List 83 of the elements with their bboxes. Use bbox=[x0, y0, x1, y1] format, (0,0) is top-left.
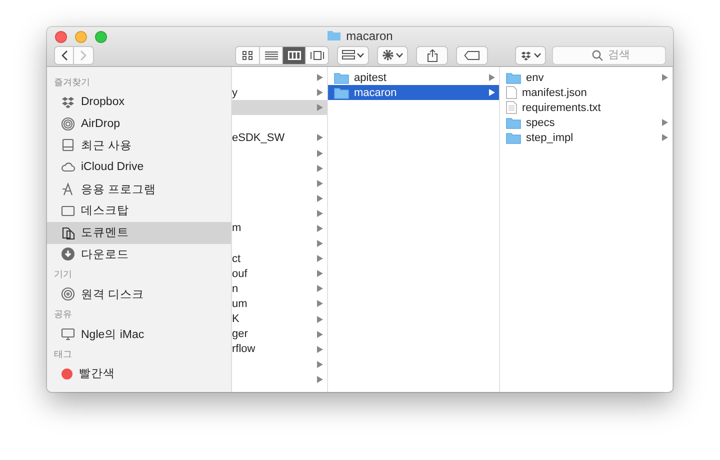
folder-icon bbox=[334, 86, 349, 99]
window-title: macaron bbox=[346, 28, 393, 42]
zoom-button[interactable] bbox=[95, 31, 107, 43]
sidebar-item[interactable]: iCloud Drive bbox=[47, 156, 231, 178]
folder-icon bbox=[327, 30, 342, 41]
desktop-icon bbox=[61, 204, 75, 218]
disc-icon bbox=[61, 287, 75, 302]
file-row[interactable]: requirements.txt bbox=[500, 100, 672, 116]
sidebar-item[interactable]: 도큐멘트 bbox=[47, 222, 231, 244]
caret-icon bbox=[534, 52, 541, 58]
chevron-right-icon bbox=[80, 50, 87, 60]
sidebar-item[interactable]: Ngle의 iMac bbox=[47, 323, 231, 345]
arrange-button[interactable] bbox=[337, 46, 369, 64]
gallery-view-button[interactable] bbox=[305, 46, 328, 64]
sidebar-heading: 기기 bbox=[53, 268, 73, 282]
file-row[interactable]: K bbox=[232, 312, 327, 327]
dropbox-icon bbox=[61, 94, 75, 109]
share-button[interactable] bbox=[416, 46, 448, 64]
file-row[interactable]: ct bbox=[232, 251, 327, 266]
sidebar-item[interactable]: 응용 프로그램 bbox=[47, 178, 231, 200]
documents-icon bbox=[61, 226, 75, 240]
monitor-icon bbox=[61, 327, 75, 342]
sidebar-item[interactable]: Dropbox bbox=[47, 91, 231, 113]
tag-dot bbox=[61, 368, 73, 380]
file-row[interactable]: ouf bbox=[232, 266, 327, 282]
folder-icon bbox=[506, 132, 521, 144]
caret-icon bbox=[357, 52, 364, 58]
list-icon bbox=[264, 50, 278, 60]
file-row[interactable]: apitest bbox=[328, 70, 499, 86]
tag-button[interactable] bbox=[456, 46, 488, 64]
folder-icon bbox=[506, 116, 521, 129]
sidebar-item[interactable]: AirDrop bbox=[47, 112, 231, 135]
airdrop-icon bbox=[61, 116, 75, 131]
tray-icon bbox=[61, 138, 75, 152]
sidebar-item[interactable]: 데스크탑 bbox=[47, 200, 231, 222]
dropbox-button[interactable] bbox=[515, 46, 546, 64]
file-row[interactable]: y bbox=[232, 85, 327, 100]
cloud-icon bbox=[61, 160, 75, 174]
file-row[interactable]: manifest.json bbox=[500, 85, 672, 100]
file-row[interactable]: ger bbox=[232, 326, 327, 342]
arrange-icon bbox=[342, 50, 355, 60]
minimize-button[interactable] bbox=[75, 31, 87, 43]
action-button[interactable] bbox=[377, 46, 408, 64]
columns-icon bbox=[288, 50, 300, 60]
list-view-button[interactable] bbox=[259, 46, 282, 64]
sidebar-heading: 즐겨찾기 bbox=[53, 76, 91, 89]
file-row[interactable]: um bbox=[232, 296, 327, 312]
grid-icon bbox=[242, 50, 253, 60]
sidebar-heading: 태그 bbox=[53, 348, 73, 361]
dropbox-icon bbox=[520, 50, 532, 60]
apps-icon bbox=[61, 182, 75, 196]
tag-icon bbox=[464, 50, 480, 60]
back-button[interactable] bbox=[54, 46, 74, 64]
caret-icon bbox=[396, 52, 403, 58]
file-row[interactable]: env bbox=[500, 70, 672, 86]
file-row[interactable]: rflow bbox=[232, 342, 327, 357]
gear-icon bbox=[382, 49, 394, 61]
column-view-button[interactable] bbox=[282, 46, 305, 64]
file-row[interactable]: specs bbox=[500, 115, 672, 130]
sidebar-heading: 공유 bbox=[53, 308, 73, 322]
gallery-icon bbox=[310, 50, 324, 60]
search-icon bbox=[592, 50, 603, 60]
file-row[interactable]: macaron bbox=[328, 85, 499, 100]
disclosure-arrow-icon bbox=[662, 74, 668, 82]
chevron-left-icon bbox=[60, 50, 68, 60]
search-field[interactable]: 검색 bbox=[552, 46, 666, 64]
text-file-icon bbox=[506, 101, 517, 114]
sidebar-item[interactable]: 빨간색 bbox=[47, 362, 231, 385]
close-button[interactable] bbox=[55, 31, 67, 43]
icon-view-button[interactable] bbox=[236, 46, 259, 64]
file-row[interactable] bbox=[232, 100, 327, 116]
download-icon bbox=[61, 247, 75, 262]
share-icon bbox=[426, 48, 438, 62]
sidebar-item[interactable]: 최근 사용 bbox=[47, 134, 231, 156]
file-row[interactable]: eSDK_SW bbox=[232, 130, 327, 146]
folder-icon bbox=[506, 72, 521, 84]
file-icon bbox=[506, 86, 517, 100]
file-row[interactable]: step_impl bbox=[500, 130, 672, 146]
file-row[interactable]: m bbox=[232, 220, 327, 236]
sidebar-item[interactable]: 원격 디스크 bbox=[47, 283, 231, 306]
disclosure-arrow-icon bbox=[317, 134, 323, 142]
sidebar-item[interactable]: 다운로드 bbox=[47, 244, 231, 266]
file-row[interactable]: n bbox=[232, 281, 327, 296]
